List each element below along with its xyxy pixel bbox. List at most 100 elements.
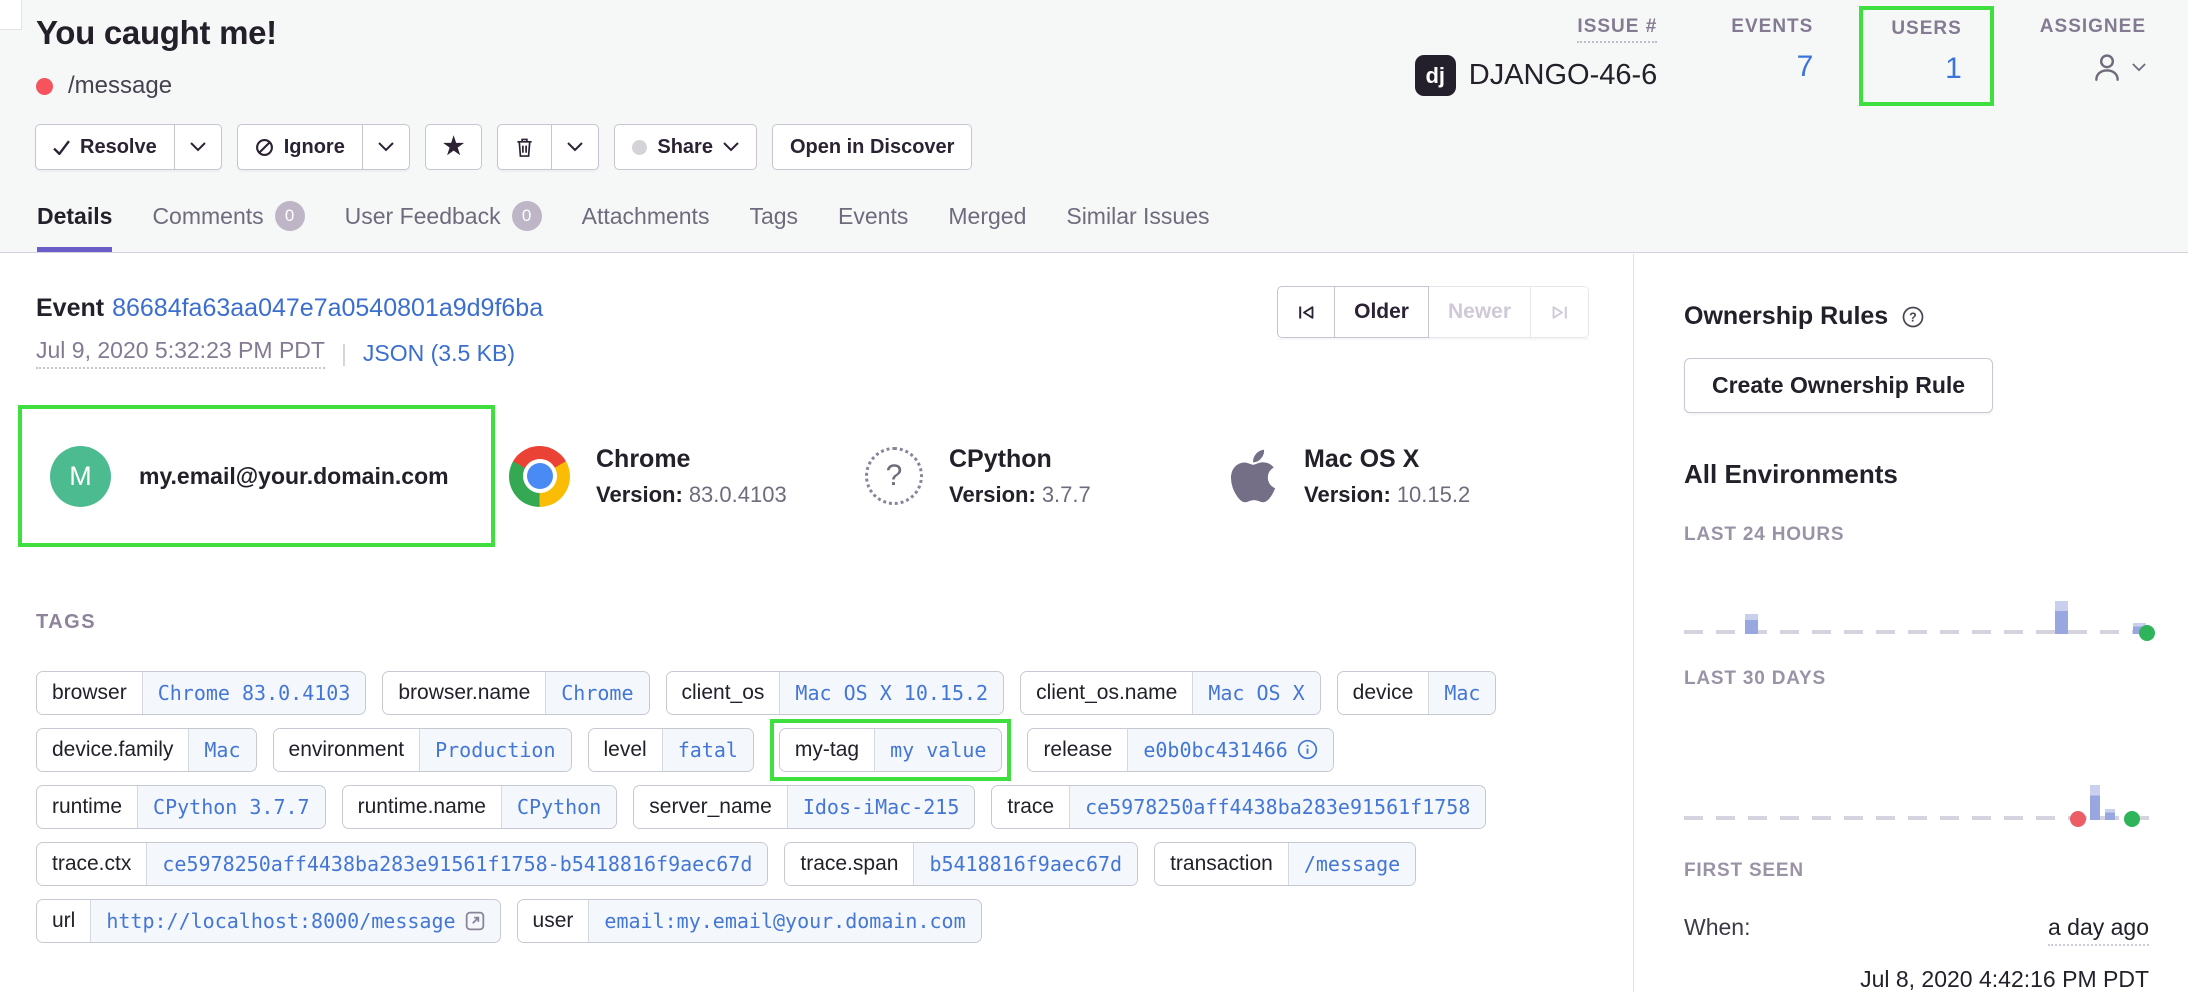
runtime-name: CPython	[949, 445, 1091, 474]
tag-pill-server-name[interactable]: server_nameIdos-iMac-215	[633, 785, 975, 829]
tag-pill-device-family[interactable]: device.familyMac	[36, 728, 257, 772]
browser-version: 83.0.4103	[689, 482, 787, 507]
chrome-icon	[509, 446, 570, 507]
tag-pill-level[interactable]: levelfatal	[588, 728, 754, 772]
users-annotation-box: USERS 1	[1859, 6, 1993, 106]
tag-pill-transaction[interactable]: transaction/message	[1154, 842, 1416, 886]
tab-merged[interactable]: Merged	[948, 201, 1026, 252]
tab-comments[interactable]: Comments0	[152, 201, 304, 252]
tag-pill-browser[interactable]: browserChrome 83.0.4103	[36, 671, 366, 715]
tab-events[interactable]: Events	[838, 201, 908, 252]
tag-pill-trace-span[interactable]: trace.spanb5418816f9aec67d	[784, 842, 1138, 886]
issue-sidebar: Ownership Rules ? Create Ownership Rule …	[1633, 254, 2188, 992]
error-level-dot	[36, 78, 53, 95]
last-24-hours-sparkline[interactable]	[1684, 576, 2149, 634]
tag-row: browserChrome 83.0.4103 browser.nameChro…	[36, 664, 1633, 721]
ignore-button[interactable]: Ignore	[237, 124, 363, 170]
trash-icon	[515, 137, 534, 158]
nav-corner-artifact	[0, 0, 22, 30]
first-seen-label: FIRST SEEN	[1684, 860, 2148, 882]
issue-stats: ISSUE # dj DJANGO-46-6 EVENTS 7 USERS 1 …	[1415, 16, 2146, 96]
tag-pill-client-os[interactable]: client_osMac OS X 10.15.2	[666, 671, 1005, 715]
tag-row: trace.ctxce5978250aff4438ba283e91561f175…	[36, 835, 1633, 892]
chevron-down-icon	[2132, 63, 2146, 72]
culprit-path: /message	[68, 72, 172, 100]
event-details-panel: Event86684fa63aa047e7a0540801a9d9f6ba Ju…	[0, 254, 1633, 992]
oldest-event-button[interactable]	[1277, 286, 1335, 338]
stat-events: EVENTS 7	[1731, 16, 1813, 84]
stat-assignee: ASSIGNEE	[2040, 16, 2146, 84]
newer-event-button[interactable]: Newer	[1429, 286, 1531, 338]
browser-context: Chrome Version:83.0.4103	[509, 405, 787, 547]
tag-pill-browser-name[interactable]: browser.nameChrome	[382, 671, 649, 715]
users-label: USERS	[1891, 18, 1961, 40]
feedback-count-badge: 0	[512, 201, 542, 231]
event-json-link[interactable]: JSON (3.5 KB)	[363, 340, 515, 367]
person-icon	[2090, 50, 2124, 84]
delete-button[interactable]	[497, 124, 552, 170]
tag-pill-environment[interactable]: environmentProduction	[273, 728, 572, 772]
resolve-dropdown-button[interactable]	[175, 124, 222, 170]
event-id-link[interactable]: 86684fa63aa047e7a0540801a9d9f6ba	[112, 294, 543, 322]
first-seen-when-row: When: a day ago	[1684, 914, 2149, 946]
tag-row: urlhttp://localhost:8000/message userema…	[36, 892, 1633, 949]
users-count[interactable]: 1	[1945, 52, 1962, 86]
info-icon[interactable]	[1297, 739, 1318, 760]
user-avatar: M	[50, 446, 111, 507]
assignee-selector[interactable]	[2090, 50, 2146, 84]
help-icon[interactable]: ?	[1901, 305, 1925, 329]
tag-pill-runtime-name[interactable]: runtime.nameCPython	[342, 785, 618, 829]
issue-number-label: ISSUE #	[1577, 16, 1657, 43]
tag-pill-client-os-name[interactable]: client_os.nameMac OS X	[1020, 671, 1321, 715]
event-timestamp: Jul 9, 2020 5:32:23 PM PDT	[36, 337, 325, 369]
older-event-button[interactable]: Older	[1335, 286, 1429, 338]
ignore-dropdown-button[interactable]	[363, 124, 410, 170]
tag-pill-url[interactable]: urlhttp://localhost:8000/message	[36, 899, 501, 943]
delete-button-group	[497, 124, 599, 170]
stat-issue-number: ISSUE # dj DJANGO-46-6	[1415, 16, 1658, 96]
tag-pill-my-tag[interactable]: my-tagmy value	[779, 728, 1003, 772]
unknown-runtime-icon: ?	[865, 447, 923, 505]
tag-pill-user[interactable]: useremail:my.email@your.domain.com	[517, 899, 982, 943]
os-name: Mac OS X	[1304, 445, 1470, 474]
share-button[interactable]: Share	[614, 124, 757, 170]
runtime-context: ? CPython Version:3.7.7	[865, 405, 1091, 547]
tab-attachments[interactable]: Attachments	[582, 201, 710, 252]
tab-tags[interactable]: Tags	[749, 201, 798, 252]
tag-pill-device[interactable]: deviceMac	[1337, 671, 1497, 715]
django-project-icon: dj	[1415, 55, 1456, 96]
tag-pill-release[interactable]: releasee0b0bc431466	[1027, 728, 1333, 772]
open-in-discover-button[interactable]: Open in Discover	[772, 124, 973, 170]
chevron-down-icon	[723, 142, 739, 152]
newest-event-button[interactable]	[1531, 286, 1589, 338]
last-30-days-label: LAST 30 DAYS	[1684, 668, 2148, 690]
tab-similar-issues[interactable]: Similar Issues	[1066, 201, 1209, 252]
share-status-dot	[632, 140, 647, 155]
tag-pill-trace-ctx[interactable]: trace.ctxce5978250aff4438ba283e91561f175…	[36, 842, 768, 886]
browser-name: Chrome	[596, 445, 787, 474]
tag-row: runtimeCPython 3.7.7 runtime.nameCPython…	[36, 778, 1633, 835]
apple-icon	[1228, 446, 1278, 506]
issue-id[interactable]: dj DJANGO-46-6	[1415, 55, 1658, 96]
issue-header: You caught me! /message Resolve Ignore	[0, 0, 2188, 253]
bookmark-button[interactable]: ★	[425, 124, 483, 170]
my-tag-annotation-box: my-tagmy value	[770, 719, 1012, 781]
mute-icon	[255, 138, 274, 157]
tag-pill-trace[interactable]: tracece5978250aff4438ba283e91561f1758	[991, 785, 1486, 829]
tab-details[interactable]: Details	[37, 201, 112, 252]
events-count[interactable]: 7	[1797, 50, 1814, 84]
last-24-hours-label: LAST 24 HOURS	[1684, 524, 2148, 546]
assignee-label: ASSIGNEE	[2040, 16, 2146, 38]
external-link-icon[interactable]	[465, 911, 485, 931]
runtime-version: 3.7.7	[1042, 482, 1091, 507]
delete-dropdown-button[interactable]	[552, 124, 599, 170]
resolve-button-group: Resolve	[35, 124, 222, 170]
create-ownership-rule-button[interactable]: Create Ownership Rule	[1684, 358, 1993, 413]
last-30-days-sparkline[interactable]	[1684, 762, 2149, 820]
skip-to-oldest-icon	[1298, 305, 1315, 320]
tab-user-feedback[interactable]: User Feedback0	[345, 201, 542, 252]
resolve-button[interactable]: Resolve	[35, 124, 175, 170]
tag-pill-runtime[interactable]: runtimeCPython 3.7.7	[36, 785, 326, 829]
os-context: Mac OS X Version:10.15.2	[1228, 405, 1470, 547]
action-bar: Resolve Ignore ★	[35, 124, 972, 170]
